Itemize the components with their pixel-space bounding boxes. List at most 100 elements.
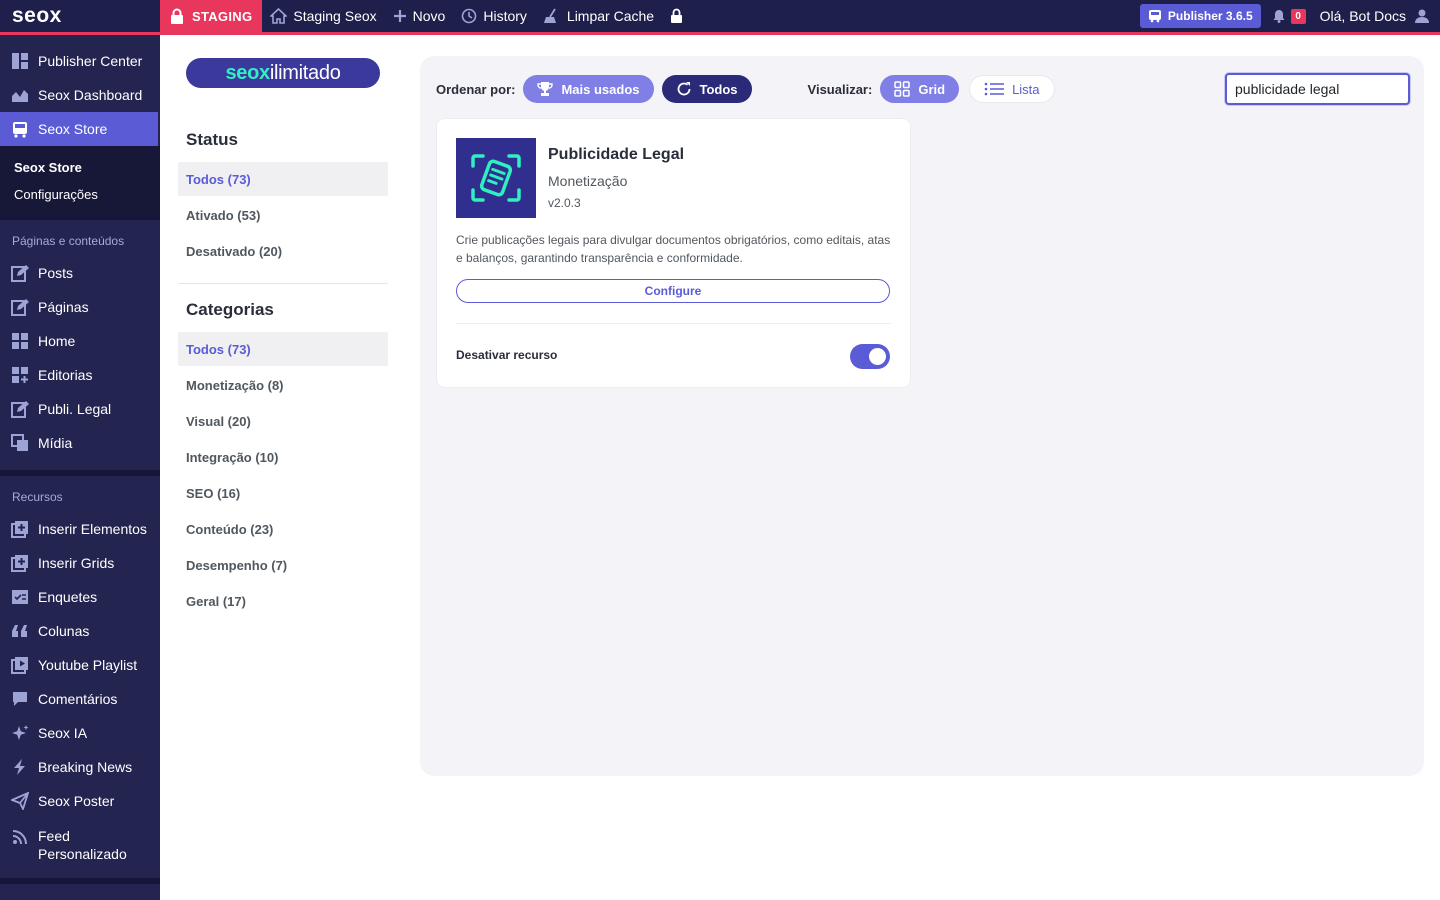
menu-publisher-center[interactable]: Publisher Center [0, 44, 160, 78]
card-description: Crie publicações legais para divulgar do… [456, 233, 891, 265]
section-resources-label: Recursos [12, 490, 63, 504]
menu-seox-store[interactable]: Seox Store [0, 112, 158, 146]
menu-posts[interactable]: Posts [0, 256, 160, 290]
add-box-icon [10, 553, 30, 573]
category-filter-geral[interactable]: Geral (17) [178, 584, 388, 618]
publisher-version: Publisher 3.6.5 [1167, 9, 1253, 23]
submenu-seox-store[interactable]: Seox Store [0, 154, 160, 181]
menu-label: Seox Poster [38, 793, 115, 809]
menu-feed-personalizado[interactable]: Feed Personalizado [0, 818, 160, 870]
brand-part-1: seox [225, 61, 270, 84]
site-label: Staging Seox [293, 8, 377, 24]
menu-publi-legal[interactable]: Publi. Legal [0, 392, 160, 426]
menu-breaking-news[interactable]: Breaking News [0, 750, 160, 784]
menu-comentarios[interactable]: Comentários [0, 682, 160, 716]
category-filter-conteudo[interactable]: Conteúdo (23) [178, 512, 388, 546]
list-icon [984, 82, 1005, 96]
feature-card: Publicidade Legal Monetização v2.0.3 Cri… [436, 118, 911, 388]
seox-logo[interactable]: seox [0, 0, 160, 32]
menu-label: Seox Store [38, 121, 108, 137]
submenu-configuracoes[interactable]: Configurações [0, 181, 160, 208]
clear-cache-label: Limpar Cache [566, 8, 655, 24]
notification-count: 0 [1290, 8, 1306, 24]
section-monetization-label: Monetização [0, 884, 160, 900]
menu-youtube-playlist[interactable]: Youtube Playlist [0, 648, 160, 682]
history-link[interactable]: History [453, 0, 535, 32]
view-label: Visualizar: [807, 81, 873, 97]
menu-midia[interactable]: Mídia [0, 426, 160, 460]
status-filter-desativado[interactable]: Desativado (20) [178, 234, 388, 268]
menu-seox-ia[interactable]: Seox IA [0, 716, 160, 750]
menu-enquetes[interactable]: Enquetes [0, 580, 160, 614]
view-grid-button[interactable]: Grid [880, 75, 960, 103]
refresh-icon [677, 82, 690, 96]
sort-label: Ordenar por: [436, 81, 516, 97]
lock-icon [171, 8, 183, 24]
site-link[interactable]: Staging Seox [262, 0, 384, 32]
admin-bar: seox STAGING Staging Seox Novo History L… [0, 0, 1440, 35]
menu-label: Posts [38, 265, 74, 281]
category-filter-todos[interactable]: Todos (73) [178, 332, 388, 366]
clear-cache-link[interactable]: Limpar Cache [535, 0, 662, 32]
publisher-version-button[interactable]: Publisher 3.6.5 [1139, 4, 1261, 28]
edit-icon [10, 399, 30, 419]
notifications-button[interactable]: 0 [1273, 8, 1306, 24]
menu-seox-poster[interactable]: Seox Poster [0, 784, 160, 818]
lock-link[interactable] [662, 0, 691, 32]
user-icon [1415, 9, 1429, 23]
menu-label: Mídia [38, 435, 73, 451]
user-greeting: Olá, Bot Docs [1319, 8, 1406, 24]
history-label: History [483, 8, 527, 24]
quote-icon [10, 621, 30, 641]
menu-label: Seox IA [38, 725, 88, 741]
toggle-knob [869, 348, 886, 365]
category-filter-visual[interactable]: Visual (20) [178, 404, 388, 438]
menu-label: Breaking News [38, 759, 133, 775]
store-submenu: Seox Store Configurações [0, 146, 160, 214]
grid-plus-icon [10, 365, 30, 385]
user-menu[interactable]: Olá, Bot Docs [1320, 8, 1440, 24]
staging-badge[interactable]: STAGING [160, 0, 263, 32]
menu-seox-dashboard[interactable]: Seox Dashboard [0, 78, 160, 112]
card-title: Publicidade Legal [548, 146, 685, 163]
edit-icon [10, 263, 30, 283]
menu-label: Enquetes [38, 589, 98, 605]
new-link[interactable]: Novo [385, 0, 454, 32]
trophy-icon [537, 82, 554, 96]
menu-inserir-elementos[interactable]: Inserir Elementos [0, 512, 160, 546]
poll-icon [10, 587, 30, 607]
search-input[interactable] [1225, 73, 1410, 105]
status-filter-todos[interactable]: Todos (73) [178, 162, 388, 196]
menu-label: Home [38, 333, 76, 349]
menu-home[interactable]: Home [0, 324, 160, 358]
menu-inserir-grids[interactable]: Inserir Grids [0, 546, 160, 580]
category-filter-integracao[interactable]: Integração (10) [178, 440, 388, 474]
menu-label: Seox Dashboard [38, 87, 143, 103]
menu-paginas[interactable]: Páginas [0, 290, 160, 324]
sparkle-icon [10, 723, 30, 743]
sort-most-used-button[interactable]: Mais usados [523, 75, 654, 103]
menu-colunas[interactable]: Colunas [0, 614, 160, 648]
category-filter-monetizacao[interactable]: Monetização (8) [178, 368, 388, 402]
history-icon [462, 8, 477, 24]
plus-icon [393, 10, 406, 22]
grid-icon [894, 81, 911, 97]
menu-label: Colunas [38, 623, 90, 639]
section-content-label: Páginas e conteúdos [12, 234, 125, 248]
configure-button[interactable]: Configure [456, 279, 890, 303]
menu-label: Comentários [38, 691, 118, 707]
deactivate-toggle[interactable] [850, 344, 890, 369]
category-filter-desempenho[interactable]: Desempenho (7) [178, 548, 388, 582]
sort-all-button[interactable]: Todos [661, 75, 752, 103]
add-box-icon [10, 519, 30, 539]
card-version: v2.0.3 [548, 196, 581, 210]
home-icon [270, 8, 288, 24]
admin-sidebar: Publisher Center Seox Dashboard Seox Sto… [0, 35, 160, 900]
category-filter-seo[interactable]: SEO (16) [178, 476, 388, 510]
store-panel: Ordenar por: Mais usados Todos Visualiza… [420, 56, 1424, 776]
store-toolbar: Ordenar por: Mais usados Todos Visualiza… [436, 73, 1410, 105]
menu-editorias[interactable]: Editorias [0, 358, 160, 392]
status-filter-ativado[interactable]: Ativado (53) [178, 198, 388, 232]
view-list-button[interactable]: Lista [969, 75, 1055, 103]
menu-label: Inserir Grids [38, 555, 115, 571]
